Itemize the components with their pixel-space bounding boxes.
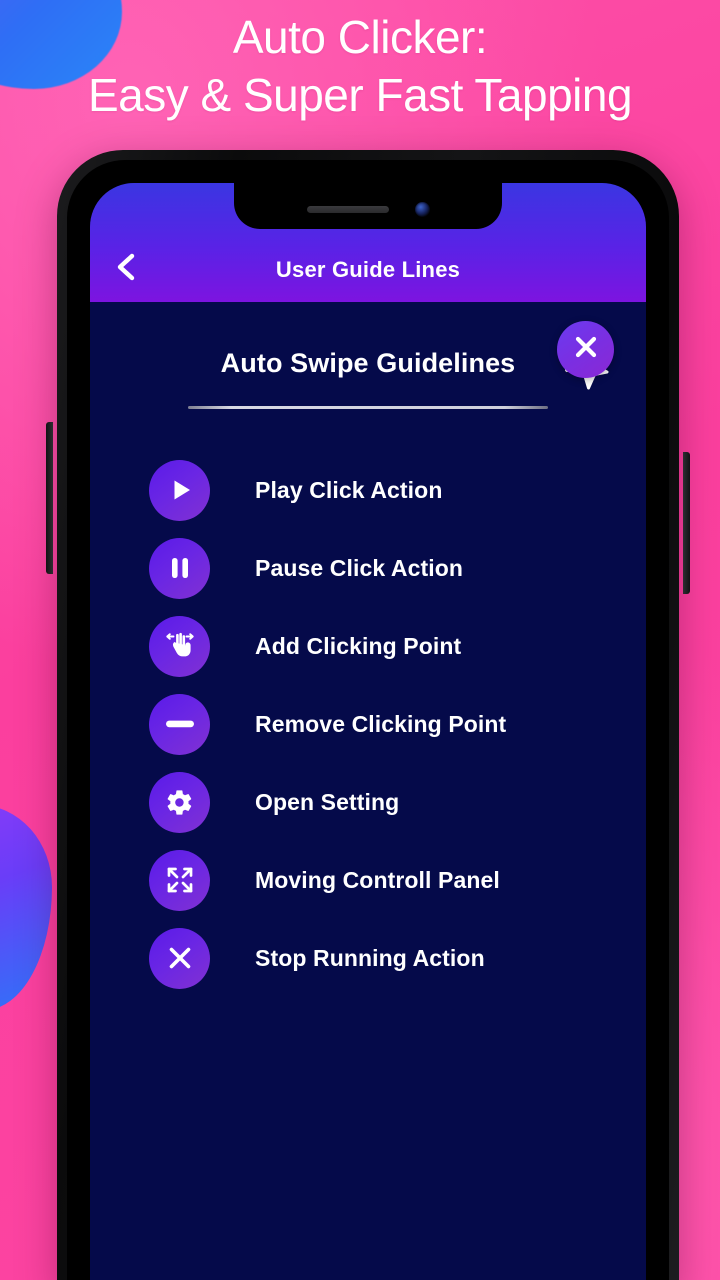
play-icon (149, 459, 210, 521)
guide-item-remove-point[interactable]: Remove Clicking Point (90, 685, 646, 763)
phone-bezel: User Guide Lines Auto Swipe Guidelines P… (67, 160, 669, 1280)
section-title: Auto Swipe Guidelines (220, 348, 516, 378)
guide-item-label: Moving Controll Panel (255, 866, 500, 893)
page-title: User Guide Lines (275, 257, 461, 282)
app-body: Auto Swipe Guidelines Play Click Action … (90, 321, 646, 1280)
close-x-icon (149, 927, 210, 989)
guide-item-moving-panel[interactable]: Moving Controll Panel (90, 841, 646, 919)
promo-heading-line2: Easy & Super Fast Tapping (87, 69, 633, 121)
guide-item-pause[interactable]: Pause Click Action (90, 529, 646, 607)
phone-notch (234, 183, 502, 229)
speaker-grille (306, 205, 389, 213)
guide-list: Play Click Action Pause Click Action Add… (90, 451, 646, 997)
promo-heading-line1: Auto Clicker: (232, 11, 488, 63)
promo-heading: Auto Clicker: Easy & Super Fast Tapping (0, 8, 720, 124)
volume-button[interactable] (46, 422, 53, 574)
minus-icon (149, 693, 210, 755)
guide-item-label: Remove Clicking Point (255, 710, 507, 737)
guide-item-stop-action[interactable]: Stop Running Action (90, 919, 646, 997)
guide-item-label: Play Click Action (255, 476, 443, 503)
pause-icon (149, 537, 210, 599)
guide-item-label: Stop Running Action (255, 944, 485, 971)
guide-item-label: Pause Click Action (255, 554, 464, 581)
swipe-hand-icon (149, 615, 210, 677)
guide-item-label: Add Clicking Point (255, 632, 462, 659)
close-x-icon (571, 332, 601, 367)
power-button[interactable] (683, 452, 690, 594)
title-divider (188, 406, 548, 409)
guide-item-play[interactable]: Play Click Action (90, 451, 646, 529)
phone-screen: User Guide Lines Auto Swipe Guidelines P… (90, 183, 646, 1280)
gear-icon (149, 771, 210, 833)
expand-arrows-icon (149, 849, 210, 911)
front-camera-lens (414, 201, 430, 217)
close-button[interactable] (557, 321, 614, 378)
guide-item-add-point[interactable]: Add Clicking Point (90, 607, 646, 685)
guide-item-label: Open Setting (255, 788, 400, 815)
phone-frame: User Guide Lines Auto Swipe Guidelines P… (46, 150, 690, 1280)
guide-item-open-setting[interactable]: Open Setting (90, 763, 646, 841)
